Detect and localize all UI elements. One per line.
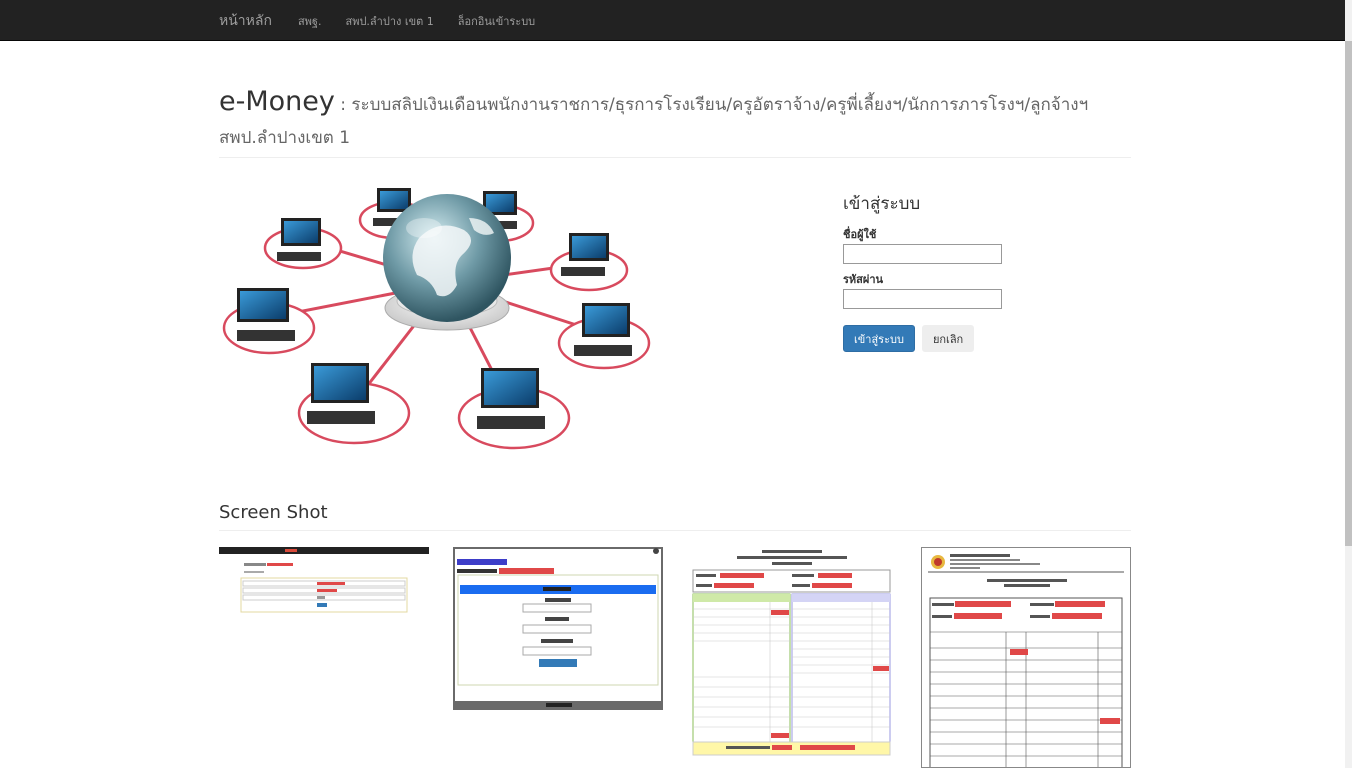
username-label: ชื่อผู้ใช้ xyxy=(843,228,877,241)
page-subtitle-office: สพป.ลำปางเขต 1 xyxy=(219,128,351,148)
login-submit-button[interactable]: เข้าสู่ระบบ xyxy=(843,325,915,352)
screenshot-thumbnail-4[interactable] xyxy=(921,547,1131,768)
top-navbar: หน้าหลัก สพฐ. สพป.ลำปาง เขต 1 ล็อกอินเข้… xyxy=(0,0,1352,41)
login-form: เข้าสู่ระบบ ชื่อผู้ใช้ รหัสผ่าน เข้าสู่ร… xyxy=(843,190,1043,352)
header-divider xyxy=(219,157,1131,158)
password-label: รหัสผ่าน xyxy=(843,273,884,286)
nav-link-login[interactable]: ล็อกอินเข้าระบบ xyxy=(458,12,535,30)
page-subtitle: : ระบบสลิปเงินเดือนพนักงานราชการ/ธุรการโ… xyxy=(334,95,1089,115)
password-input[interactable] xyxy=(843,289,1002,309)
screenshot-divider xyxy=(219,530,1131,531)
screenshot-preview-1 xyxy=(219,547,429,613)
nav-brand-home[interactable]: หน้าหลัก xyxy=(219,10,272,32)
login-heading: เข้าสู่ระบบ xyxy=(843,194,921,214)
page-scrollbar[interactable] xyxy=(1345,0,1352,768)
hero-network-image xyxy=(219,178,689,453)
screenshot-section-title: Screen Shot xyxy=(219,502,328,523)
screenshot-preview-4 xyxy=(928,554,1124,767)
screenshot-preview-3 xyxy=(692,550,891,756)
nav-container: หน้าหลัก สพฐ. สพป.ลำปาง เขต 1 ล็อกอินเข้… xyxy=(219,0,559,41)
page-header: e-Money : ระบบสลิปเงินเดือนพนักงานราชการ… xyxy=(219,86,1131,151)
screenshot-thumbnail-2[interactable] xyxy=(453,547,663,710)
screenshot-preview-2 xyxy=(453,547,663,710)
scrollbar-thumb[interactable] xyxy=(1345,41,1352,546)
nav-link-obec[interactable]: สพฐ. xyxy=(298,12,322,30)
page-title: e-Money xyxy=(219,86,335,117)
nav-link-lampang-area[interactable]: สพป.ลำปาง เขต 1 xyxy=(345,12,433,30)
screenshot-thumbnail-1[interactable] xyxy=(219,547,429,615)
network-globe-illustration xyxy=(222,188,651,450)
username-input[interactable] xyxy=(843,244,1002,264)
screenshot-thumbnail-3[interactable] xyxy=(692,547,891,757)
login-buttons: เข้าสู่ระบบ ยกเลิก xyxy=(843,325,1043,352)
login-cancel-button[interactable]: ยกเลิก xyxy=(921,325,975,352)
